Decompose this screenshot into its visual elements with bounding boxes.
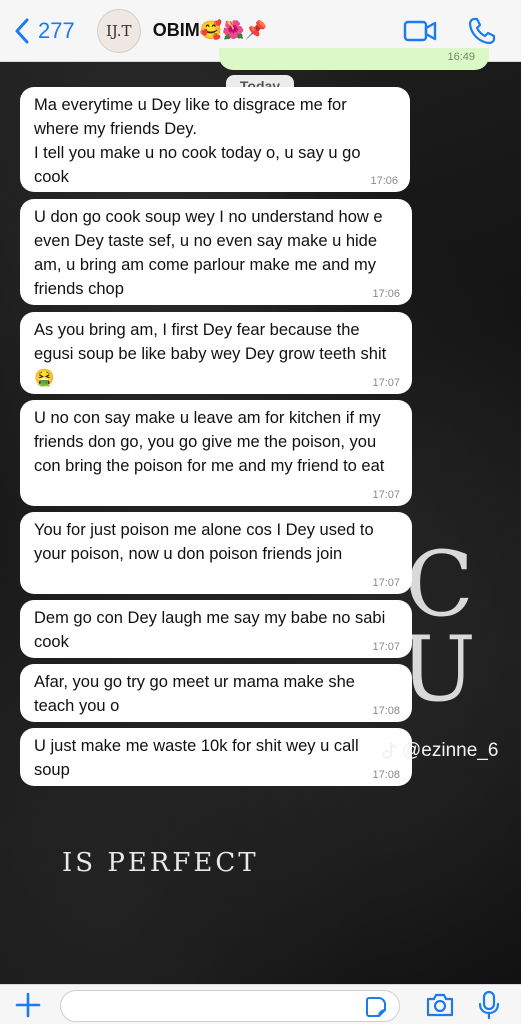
message-input-box[interactable] xyxy=(60,990,400,1022)
avatar-initials: IJ.T xyxy=(105,21,132,40)
message-text: Afar, you go try go meet ur mama make sh… xyxy=(34,673,355,715)
message-time: 17:07 xyxy=(372,489,400,501)
video-call-icon[interactable] xyxy=(403,16,437,46)
previous-sent-bubble[interactable]: 16:49 xyxy=(219,48,489,70)
sticker-icon[interactable] xyxy=(365,996,387,1018)
message-text: U just make me waste 10k for shit wey u … xyxy=(34,737,359,779)
message-text: U don go cook soup wey I no understand h… xyxy=(34,208,383,298)
tiktok-logo-icon xyxy=(382,742,397,760)
unread-count: 277 xyxy=(38,17,75,43)
voice-call-icon[interactable] xyxy=(465,16,499,46)
back-button[interactable]: 277 xyxy=(14,18,75,44)
message-text: U no con say make u leave am for kitchen… xyxy=(34,409,385,475)
message-composer xyxy=(0,984,521,1024)
message-time: 17:06 xyxy=(370,175,398,187)
contact-name[interactable]: OBIM🥰🌺📌 xyxy=(153,20,267,41)
message-text: As you bring am, I first Dey fear becaus… xyxy=(34,321,387,387)
tiktok-watermark: @ezinne_6 xyxy=(382,740,498,762)
chevron-left-icon xyxy=(15,18,29,43)
incoming-message[interactable]: U no con say make u leave am for kitchen… xyxy=(20,400,412,506)
plus-icon[interactable] xyxy=(14,991,42,1019)
incoming-message[interactable]: U don go cook soup wey I no understand h… xyxy=(20,199,412,305)
incoming-message[interactable]: Dem go con Dey laugh me say my babe no s… xyxy=(20,600,412,658)
message-text: Ma everytime u Dey like to disgrace me f… xyxy=(34,96,361,186)
incoming-message[interactable]: Afar, you go try go meet ur mama make sh… xyxy=(20,664,412,722)
wallpaper-caption: IS PERFECT xyxy=(62,848,259,878)
message-time: 17:06 xyxy=(372,288,400,300)
message-time: 17:07 xyxy=(372,377,400,389)
message-text: You for just poison me alone cos I Dey u… xyxy=(34,521,374,563)
message-time: 17:08 xyxy=(372,705,400,717)
incoming-message[interactable]: Ma everytime u Dey like to disgrace me f… xyxy=(20,87,410,192)
message-time: 17:07 xyxy=(372,577,400,589)
watermark-text: @ezinne_6 xyxy=(402,740,499,761)
incoming-message[interactable]: You for just poison me alone cos I Dey u… xyxy=(20,512,412,594)
message-time: 16:49 xyxy=(447,51,475,63)
incoming-message[interactable]: U just make me waste 10k for shit wey u … xyxy=(20,728,412,786)
message-text: Dem go con Dey laugh me say my babe no s… xyxy=(34,609,386,651)
incoming-message[interactable]: As you bring am, I first Dey fear becaus… xyxy=(20,312,412,394)
avatar[interactable]: IJ.T xyxy=(96,8,141,53)
message-input[interactable] xyxy=(73,991,363,1021)
camera-icon[interactable] xyxy=(425,991,455,1019)
microphone-icon[interactable] xyxy=(478,990,500,1020)
message-time: 17:07 xyxy=(372,641,400,653)
message-time: 17:08 xyxy=(372,769,400,781)
